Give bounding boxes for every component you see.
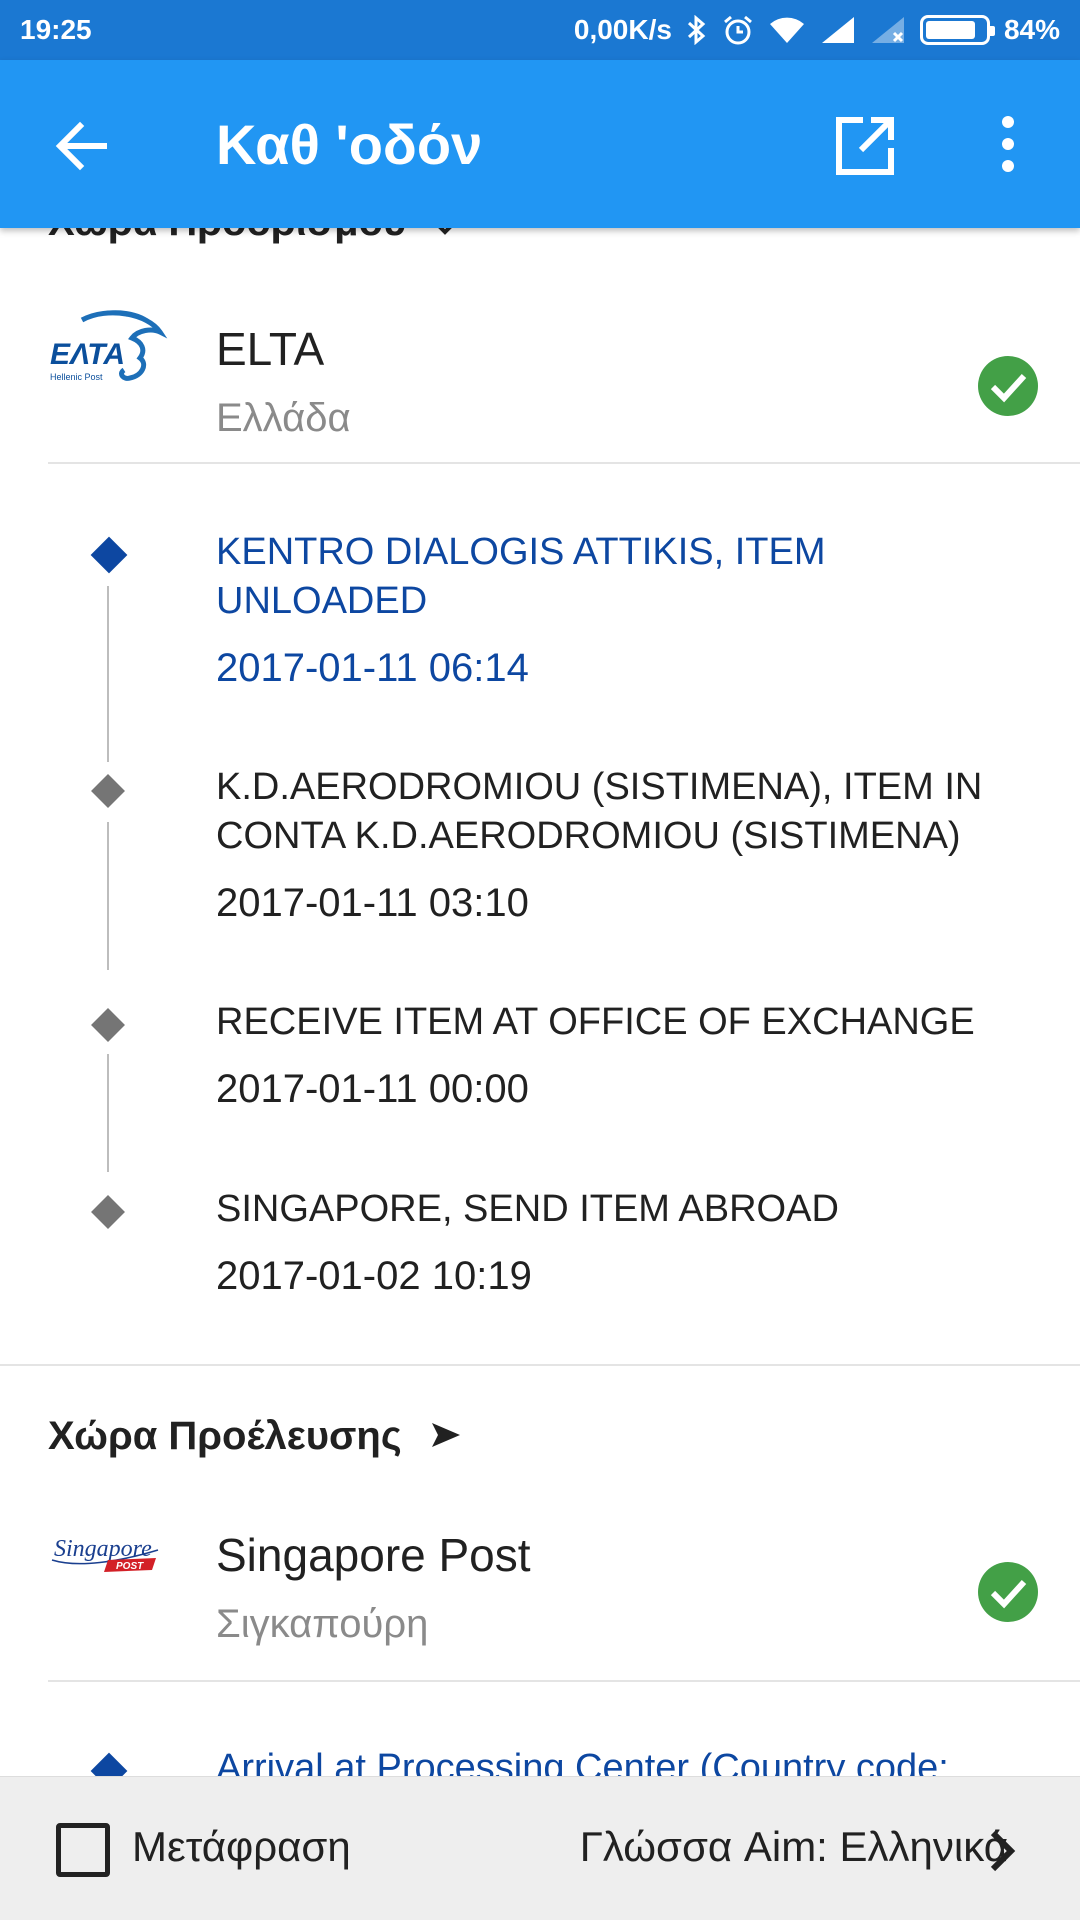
tracking-event: Arrival at Processing Center (Country co… (216, 1744, 1026, 1776)
elta-logo: ΕΛΤΑ Hellenic Post (48, 298, 168, 398)
carrier-country: Σιγκαπούρη (216, 1602, 429, 1646)
open-in-new-icon[interactable] (833, 114, 897, 178)
event-date: 2017-01-11 03:10 (216, 881, 529, 925)
status-time: 19:25 (20, 14, 92, 45)
divider (48, 1680, 1080, 1682)
battery-icon (919, 15, 995, 45)
singpost-logo-sub: POST (116, 1561, 144, 1572)
timeline-marker (91, 1195, 125, 1229)
destination-header: Χώρα Προορισμού (48, 228, 456, 245)
bluetooth-icon (686, 15, 708, 45)
page-title: Καθ 'οδόν (216, 113, 483, 176)
more-vert-icon[interactable] (990, 112, 1026, 176)
singpost-logo: Singapore POST (48, 1506, 168, 1606)
tracking-event: RECEIVE ITEM AT OFFICE OF EXCHANGE 2017-… (216, 998, 1026, 1112)
event-date: 2017-01-02 10:19 (216, 1254, 532, 1298)
carrier-name: Singapore Post (216, 1529, 531, 1581)
section-divider (0, 1364, 1080, 1366)
elta-logo-sub: Hellenic Post (50, 372, 103, 382)
event-description: KENTRO DIALOGIS ATTIKIS, ITEM UNLOADED (216, 531, 826, 622)
event-description: SINGAPORE, SEND ITEM ABROAD (216, 1188, 839, 1230)
status-bar: 19:25 0,00K/s 84% (0, 0, 1080, 60)
timeline-line (107, 822, 109, 970)
wifi-icon (768, 15, 806, 45)
carrier-destination[interactable]: ΕΛΤΑ Hellenic Post ELTA Ελλάδα (0, 250, 1080, 440)
chevron-right-icon[interactable] (985, 1829, 1021, 1873)
battery-percent: 84% (1003, 14, 1060, 45)
chevron-down-icon (434, 228, 456, 245)
origin-header: Χώρα Προέλευσης (48, 1414, 462, 1459)
event-date: 2017-01-11 06:14 (216, 646, 529, 690)
translate-label[interactable]: Μετάφραση (132, 1823, 351, 1871)
arrow-left-icon[interactable] (52, 116, 112, 176)
check-circle-icon (978, 1562, 1038, 1622)
check-circle-icon (978, 356, 1038, 416)
timeline-line (107, 1054, 109, 1172)
tracking-list[interactable]: Χώρα Προορισμού ΕΛΤΑ Hellenic Post ELTA … (0, 228, 1080, 1776)
elta-logo-text: ΕΛΤΑ (50, 338, 125, 371)
tracking-event: SINGAPORE, SEND ITEM ABROAD 2017-01-02 1… (216, 1185, 1026, 1299)
tracking-event: K.D.AERODROMIOU (SISTIMENA), ITEM IN CON… (216, 763, 1026, 926)
bottom-bar: Μετάφραση Γλώσσα Aim: Ελληνικά (0, 1776, 1080, 1920)
target-language-selector[interactable]: Γλώσσα Aim: Ελληνικά (580, 1823, 1008, 1871)
destination-header-label: Χώρα Προορισμού (48, 228, 406, 245)
network-speed: 0,00K/s (573, 14, 672, 45)
carrier-country: Ελλάδα (216, 396, 351, 440)
event-description: RECEIVE ITEM AT OFFICE OF EXCHANGE (216, 1001, 975, 1043)
carrier-origin[interactable]: Singapore POST Singapore Post Σιγκαπούρη (0, 1466, 1080, 1646)
origin-header-label: Χώρα Προέλευσης (48, 1414, 402, 1458)
send-icon (430, 1414, 462, 1459)
alarm-icon (722, 14, 754, 46)
battery-fill (925, 21, 975, 39)
timeline-marker (91, 1008, 125, 1042)
tracking-event: KENTRO DIALOGIS ATTIKIS, ITEM UNLOADED 2… (216, 528, 1026, 691)
timeline-marker-latest (90, 536, 128, 574)
signal-icon (820, 15, 856, 45)
carrier-name: ELTA (216, 323, 325, 375)
timeline-line (107, 586, 109, 762)
app-bar: Καθ 'οδόν (0, 60, 1080, 228)
translate-checkbox[interactable] (56, 1823, 110, 1877)
event-description: Arrival at Processing Center (Country co… (216, 1747, 949, 1776)
timeline-marker-latest (90, 1752, 128, 1776)
event-date: 2017-01-11 00:00 (216, 1067, 529, 1111)
event-description: K.D.AERODROMIOU (SISTIMENA), ITEM IN CON… (216, 766, 983, 857)
signal-no-sim-icon (870, 15, 906, 45)
timeline-marker (91, 774, 125, 808)
divider (48, 462, 1080, 464)
singpost-logo-text: Singapore (54, 1536, 152, 1562)
